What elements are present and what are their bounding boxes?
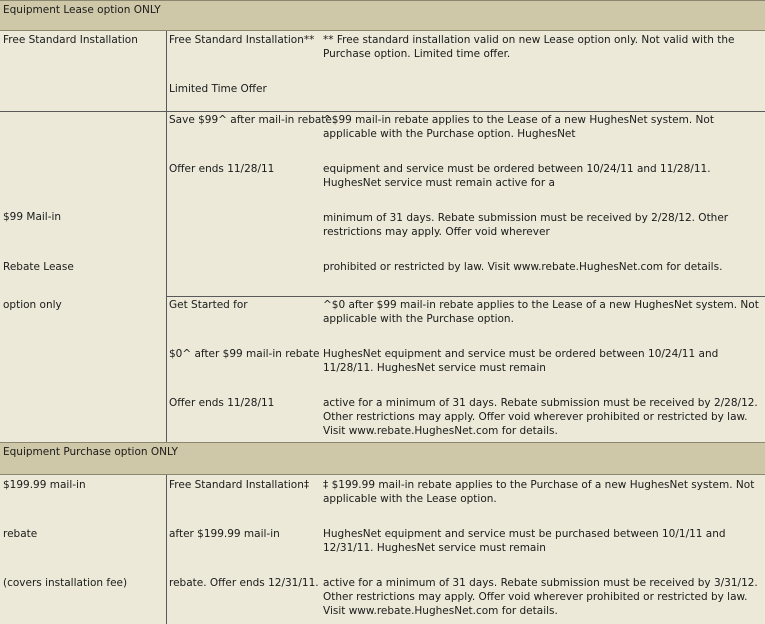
purchase-terms-1: ‡ $199.99 mail-in rebate applies to the … [323,479,755,505]
lease-offer-col2: Save $99^ after mail-in rebate. Offer en… [167,112,336,442]
lease-offer-col3: ^$99 mail-in rebate applies to the Lease… [319,112,765,442]
purchase-terms-2: HughesNet equipment and service must be … [323,528,726,554]
install-col2: Free Standard Installation** Limited Tim… [167,31,319,111]
offer1-terms-2: equipment and service must be ordered be… [323,163,711,189]
offer2-get-started: Get Started for [169,299,248,311]
lease-rebate-col1: $99 Mail-in Rebate Lease option only [0,112,167,442]
offer2-ends: Offer ends 11/28/11 [169,397,275,409]
offer2-terms-3: active for a minimum of 31 days. Rebate … [323,397,758,437]
lease-section-title: Equipment Lease option ONLY [3,4,161,16]
offer1-terms-3: minimum of 31 days. Rebate submission mu… [323,212,729,238]
install-col3: ** Free standard installation valid on n… [319,31,765,111]
install-terms: ** Free standard installation valid on n… [323,34,735,60]
offer2-zero: $0^ after $99 mail-in rebate [169,348,320,360]
purchase-section-header: Equipment Purchase option ONLY [0,442,765,475]
purchase-col2: Free Standard Installation‡ after $199.9… [167,475,319,624]
purchase-terms-3: active for a minimum of 31 days. Rebate … [323,577,758,617]
offer1-ends: Offer ends 11/28/11 [169,163,275,175]
purchase-col3: ‡ $199.99 mail-in rebate applies to the … [319,475,765,624]
purchase-label-2: rebate [3,528,38,540]
lease-rebate-label-3: option only [3,299,62,311]
purchase-label-1: $199.99 mail-in [3,479,86,491]
install-label: Free Standard Installation [3,34,138,46]
lease-section-header: Equipment Lease option ONLY [0,0,765,31]
purchase-section-title: Equipment Purchase option ONLY [3,446,178,458]
purchase-offer-2: after $199.99 mail-in [169,528,280,540]
purchase-rebate-row: $199.99 mail-in rebate (covers installat… [0,475,765,624]
lease-rebate-label-2: Rebate Lease [3,261,74,273]
purchase-col1: $199.99 mail-in rebate (covers installat… [0,475,167,624]
install-offer: Free Standard Installation** [169,34,315,46]
purchase-offer-3: rebate. Offer ends 12/31/11. [169,577,319,589]
install-col1: Free Standard Installation [0,31,167,111]
purchase-offer-1: Free Standard Installation‡ [169,479,310,491]
offer2-terms-2: HughesNet equipment and service must be … [323,348,719,374]
install-row: Free Standard Installation Free Standard… [0,31,765,112]
lease-rebate-label-1: $99 Mail-in [3,211,62,223]
offer-table: Equipment Lease option ONLY Free Standar… [0,0,765,624]
offer1-terms-1: ^$99 mail-in rebate applies to the Lease… [323,114,714,140]
offer1-terms-4: prohibited or restricted by law. Visit w… [323,261,723,273]
offer1-save: Save $99^ after mail-in rebate. [169,114,336,126]
lease-rebate-row: $99 Mail-in Rebate Lease option only Sav… [0,112,765,442]
offer2-terms-1: ^$0 after $99 mail-in rebate applies to … [323,299,759,325]
install-limited: Limited Time Offer [169,83,267,95]
purchase-label-3: (covers installation fee) [3,577,128,589]
